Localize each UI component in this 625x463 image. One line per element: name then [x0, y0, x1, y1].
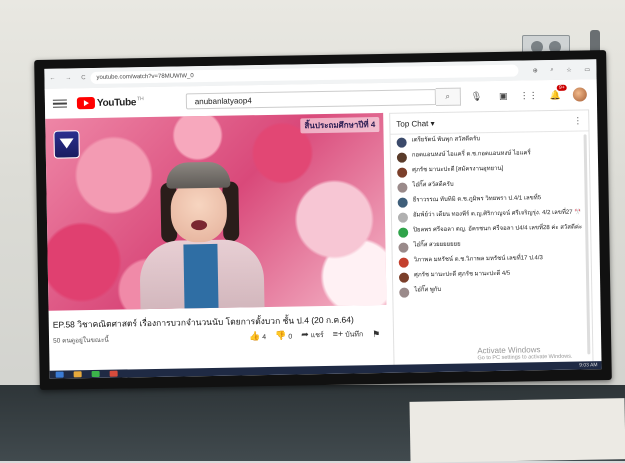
chat-avatar: [397, 212, 409, 223]
save-button[interactable]: ≡+ บันทึก: [333, 328, 364, 341]
chat-mode-dropdown[interactable]: Top Chat ▾: [396, 119, 434, 129]
chat-mode-label: Top Chat: [396, 118, 429, 129]
presenter-hat: [165, 161, 231, 189]
chat-message-text: ศุภรัช มานะปะตี ศุภรัช มานะปะตี 4/5: [413, 270, 511, 279]
chat-avatar: [397, 182, 408, 193]
chat-message: ปิยลพร ศรีจอลา ตญ. อัครชนก ศรีจอลา ป4/4 …: [398, 224, 584, 238]
create-icon[interactable]: ▣: [499, 90, 508, 101]
chat-message: วิภาพล มหรัชน์ ด.ช.วิภาพล มหรัชน์ เลขที่…: [398, 254, 585, 268]
chrome-icon[interactable]: [109, 370, 118, 377]
share-button[interactable]: ➦ แชร์: [301, 329, 324, 341]
play-logo-icon: [76, 96, 96, 110]
clock: 9:03 AM: [579, 362, 598, 369]
avatar[interactable]: [572, 87, 587, 102]
television: ← → C youtube.com/watch?v=78MUWIW_0 ⊕ ⌕ …: [34, 50, 612, 390]
chat-avatar: [398, 227, 409, 238]
mic-icon[interactable]: 🎙: [471, 91, 483, 102]
playlist-add-icon: ≡+: [332, 328, 344, 339]
chat-message: เตรียรัตน์ พันพุก สวัสดีครับ: [396, 134, 583, 148]
tv-screen: ← → C youtube.com/watch?v=78MUWIW_0 ⊕ ⌕ …: [44, 59, 602, 379]
live-chat-panel: Top Chat ▾ ⋮ เตรียรัตน์ พันพุก สวัสดีครั…: [389, 109, 594, 367]
chat-message: กอดแอนหงษ์ ไอแครี่ ด.ช.กอดแอนหงษ์ ไอแครี…: [396, 149, 583, 163]
presenter-face: [170, 179, 228, 243]
youtube-logo[interactable]: YouTube TH: [76, 96, 144, 110]
presenter-shirt: [183, 243, 219, 311]
chat-message-text: ศุภรัช มานะปะตี [สมัครงานอุทยาน]: [412, 165, 504, 174]
chat-message-text: ธีราวรรณ ทับทิมิ ด.ช.ภูมิพร วิทยพรา ป.4/…: [412, 195, 542, 204]
save-label: บันทึก: [345, 331, 364, 339]
bell-icon[interactable]: 🔔 9+: [550, 84, 567, 100]
activate-windows-watermark: Activate Windows Go to PC settings to ac…: [477, 345, 572, 361]
store-icon[interactable]: [91, 370, 100, 378]
chat-avatar: [397, 167, 408, 178]
thumb-up-icon: 👍: [248, 330, 261, 341]
chat-avatar: [399, 287, 410, 298]
share-label: แชร์: [310, 332, 324, 340]
chat-message: ธีราวรรณ ทับทิมิ ด.ช.ภูมิพร วิทยพรา ป.4/…: [397, 194, 584, 208]
explorer-icon[interactable]: [73, 371, 82, 378]
search-input[interactable]: anubanlatyaop4: [185, 89, 436, 110]
paper-sheet: [409, 398, 625, 463]
chat-message-text: ไอ๋กิ๊ส สวยยยยยยย: [413, 241, 461, 249]
start-icon[interactable]: [55, 371, 64, 378]
video-player[interactable]: สิ้นประถมศึกษาปีที่ 4: [45, 112, 387, 311]
video-watermark: สิ้นประถมศึกษาปีที่ 4: [300, 117, 380, 134]
bookmark-icon[interactable]: ☆: [566, 66, 571, 73]
chat-message: ไอ๋กิ๊ส พูกับ: [399, 284, 585, 298]
like-button[interactable]: 👍 4: [249, 331, 266, 342]
logo-text: YouTube: [96, 96, 137, 109]
chat-avatar: [398, 242, 409, 253]
header-actions: ▣ ⋮⋮ 🔔 9+: [499, 84, 587, 103]
video-actions: 👍 4 👎 0 ➦ แชร์ ≡+ บันทึก ⚑: [249, 328, 381, 342]
back-icon[interactable]: ←: [49, 76, 55, 82]
dislike-count: 0: [288, 333, 293, 341]
search-icon: ⌕: [445, 91, 451, 101]
chat-avatar: [398, 272, 410, 283]
reload-icon[interactable]: C: [81, 75, 85, 81]
more-icon[interactable]: ⋮: [573, 115, 582, 126]
chat-avatar: [396, 152, 408, 163]
chat-message: อัมพ์ย์ว่า เดียน ทองพีร์ ด.ญ.ศิริกาญจน์ …: [397, 209, 584, 223]
dislike-button[interactable]: 👎 0: [275, 330, 292, 341]
forward-icon[interactable]: →: [65, 75, 71, 81]
flag-icon: ⚑: [372, 328, 381, 339]
menu-icon[interactable]: [52, 97, 68, 110]
chat-message: ไอ๋กิ๊ส สวัสดีครับ: [397, 179, 583, 193]
chat-message-list: เตรียรัตน์ พันพุก สวัสดีครับกอดแอนหงษ์ ไ…: [391, 131, 592, 305]
school-logo: [53, 130, 80, 159]
chat-message: ศุภรัช มานะปะตี ศุภรัช มานะปะตี 4/5: [398, 269, 585, 283]
chat-message-text: ปิยลพร ศรีจอลา ตญ. อัครชนก ศรีจอลา ป4/4 …: [413, 224, 583, 234]
chat-message-text: ไอ๋กิ๊ส สวัสดีครับ: [412, 181, 454, 189]
chat-message-text: เตรียรัตน์ พันพุก สวัสดีครับ: [411, 136, 481, 144]
apps-icon[interactable]: ⋮⋮: [520, 90, 538, 101]
chat-message: ไอ๋กิ๊ส สวยยยยยยย: [398, 239, 584, 253]
chat-message-text: อัมพ์ย์ว่า เดียน ทองพีร์ ด.ญ.ศิริกาญจน์ …: [412, 209, 582, 219]
extension-icon[interactable]: ⊕: [533, 67, 538, 74]
report-button[interactable]: ⚑: [372, 329, 380, 340]
browser-nav: ← → C: [44, 75, 90, 82]
browser-extensions: ⊕ ⌕ ☆ ▭: [526, 66, 596, 74]
share-icon: ➦: [301, 329, 309, 340]
chat-message-text: กอดแอนหงษ์ ไอแครี่ ด.ช.กอดแอนหงษ์ ไอแครี…: [411, 150, 531, 159]
chat-message-text: วิภาพล มหรัชน์ ด.ช.วิภาพล มหรัชน์ เลขที่…: [413, 255, 543, 264]
chat-message: ศุภรัช มานะปะตี [สมัครงานอุทยาน]: [397, 164, 583, 178]
zoom-icon[interactable]: ⌕: [550, 66, 553, 73]
notification-count: 9+: [556, 84, 567, 91]
chat-avatar: [396, 137, 407, 148]
chat-avatar: [397, 197, 408, 208]
like-count: 4: [262, 333, 267, 341]
chat-avatar: [398, 257, 409, 268]
window-icon[interactable]: ▭: [584, 66, 590, 73]
country-code: TH: [137, 96, 144, 103]
chat-message-text: ไอ๋กิ๊ส พูกับ: [414, 286, 442, 294]
viewer-count: 50 คนดูอยู่ในขณะนี้: [53, 336, 109, 345]
windows-taskbar: 9:03 AM: [49, 361, 602, 379]
search-button[interactable]: ⌕: [435, 87, 461, 107]
thumb-down-icon: 👎: [274, 330, 287, 341]
